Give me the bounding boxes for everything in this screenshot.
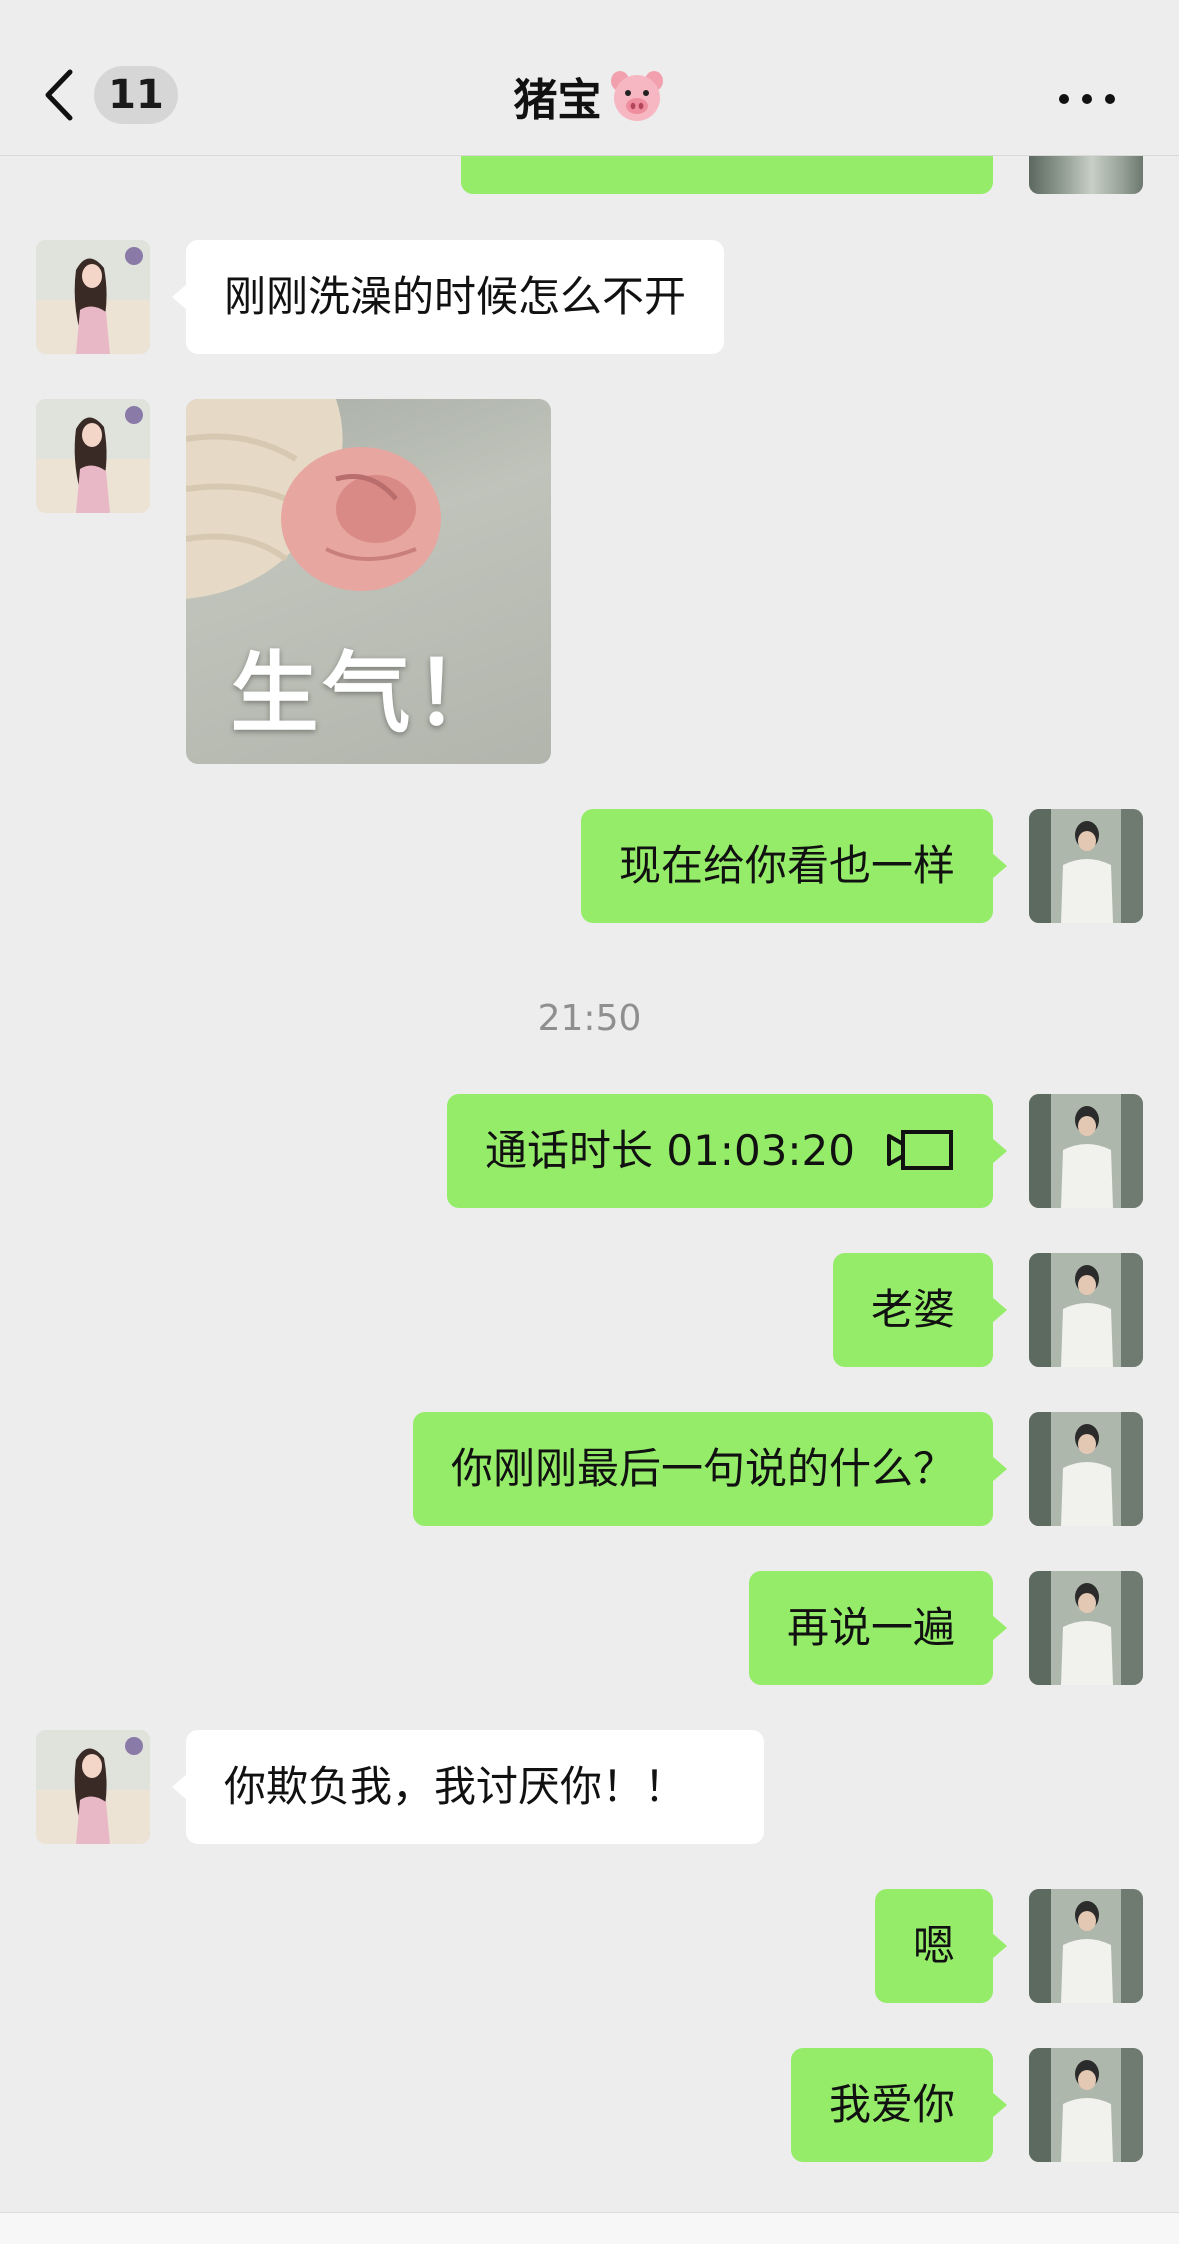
- chat-header: 11 猪宝: [0, 0, 1179, 156]
- outgoing-message[interactable]: 老婆: [832, 1253, 1008, 1367]
- input-bar[interactable]: [0, 2212, 1179, 2244]
- video-call-icon: [887, 1129, 953, 1170]
- contact-avatar[interactable]: [36, 399, 150, 513]
- my-avatar[interactable]: [1029, 1889, 1143, 2003]
- message-text: 再说一遍: [786, 1603, 955, 1652]
- call-duration-text: 通话时长 01:03:20: [485, 1126, 855, 1175]
- my-avatar[interactable]: [1029, 1412, 1143, 1526]
- portrait-image: [1029, 2048, 1143, 2162]
- portrait-image: [36, 399, 150, 513]
- incoming-message[interactable]: 刚刚洗澡的时候怎么不开: [171, 240, 725, 354]
- portrait-image: [36, 240, 150, 354]
- my-avatar[interactable]: [1029, 1253, 1143, 1367]
- more-dots-icon[interactable]: [1057, 92, 1117, 106]
- message-text: 你刚刚最后一句说的什么？: [450, 1444, 955, 1493]
- portrait-image: [1029, 1094, 1143, 1208]
- my-avatar[interactable]: [1029, 809, 1143, 923]
- contact-avatar[interactable]: [36, 240, 150, 354]
- outgoing-message-partial[interactable]: [461, 156, 993, 194]
- sticker-image[interactable]: 生气！: [186, 399, 551, 764]
- message-text: 现在给你看也一样: [618, 841, 955, 890]
- portrait-image: [1029, 1571, 1143, 1685]
- message-text: 我爱你: [828, 2080, 955, 2129]
- my-avatar[interactable]: [1029, 2048, 1143, 2162]
- chat-title: 猪宝: [0, 64, 1179, 128]
- outgoing-message[interactable]: 你刚刚最后一句说的什么？: [412, 1412, 1008, 1526]
- outgoing-message[interactable]: 再说一遍: [748, 1571, 1008, 1685]
- portrait-image: [1029, 1889, 1143, 2003]
- portrait-image: [1029, 809, 1143, 923]
- outgoing-message[interactable]: 嗯: [874, 1889, 1008, 2003]
- contact-name: 猪宝: [513, 75, 602, 126]
- my-avatar[interactable]: [1029, 1094, 1143, 1208]
- outgoing-message[interactable]: 我爱你: [790, 2048, 1008, 2162]
- message-text: 老婆: [870, 1285, 955, 1334]
- message-text: 刚刚洗澡的时候怎么不开: [224, 272, 687, 321]
- incoming-message[interactable]: 你欺负我，我讨厌你！！: [172, 1730, 764, 1844]
- my-avatar[interactable]: [1029, 156, 1143, 194]
- message-text: 你欺负我，我讨厌你！！: [224, 1762, 687, 1811]
- outgoing-message[interactable]: 现在给你看也一样: [580, 809, 1008, 923]
- call-record-message[interactable]: 通话时长 01:03:20: [447, 1094, 1007, 1208]
- pig-face-icon: [610, 71, 663, 121]
- contact-avatar[interactable]: [36, 1730, 150, 1844]
- my-avatar[interactable]: [1029, 1571, 1143, 1685]
- portrait-image: [1029, 1412, 1143, 1526]
- message-text: 嗯: [912, 1921, 955, 1970]
- portrait-image: [36, 1730, 150, 1844]
- portrait-image: [1029, 1253, 1143, 1367]
- sticker-caption: 生气！: [230, 642, 507, 745]
- message-timestamp: 21:50: [537, 998, 642, 1039]
